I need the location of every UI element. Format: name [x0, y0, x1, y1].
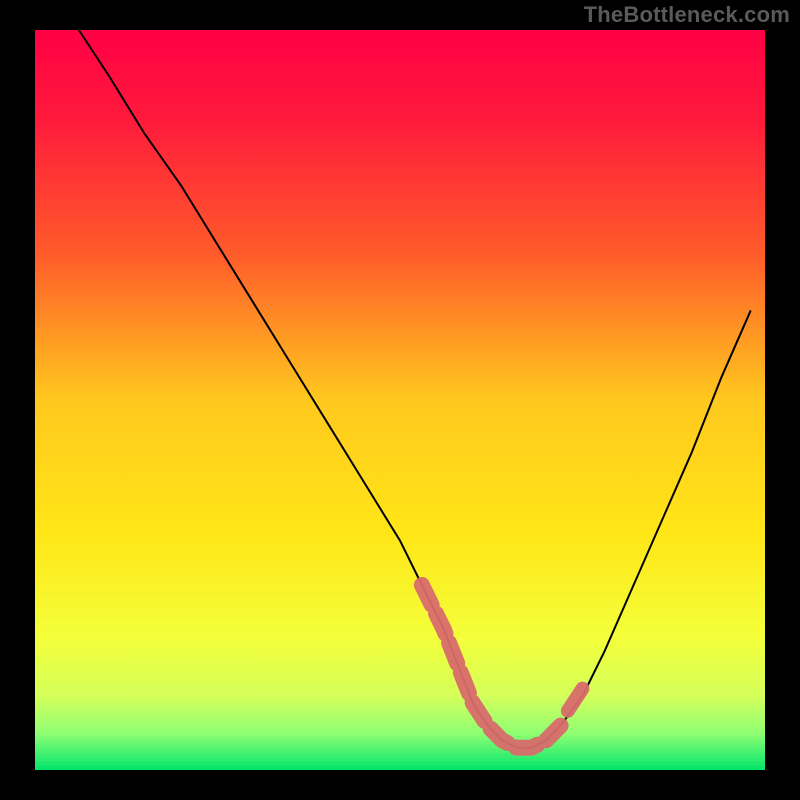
chart-frame: TheBottleneck.com	[0, 0, 800, 800]
watermark-label: TheBottleneck.com	[584, 2, 790, 28]
bottleneck-chart	[0, 0, 800, 800]
